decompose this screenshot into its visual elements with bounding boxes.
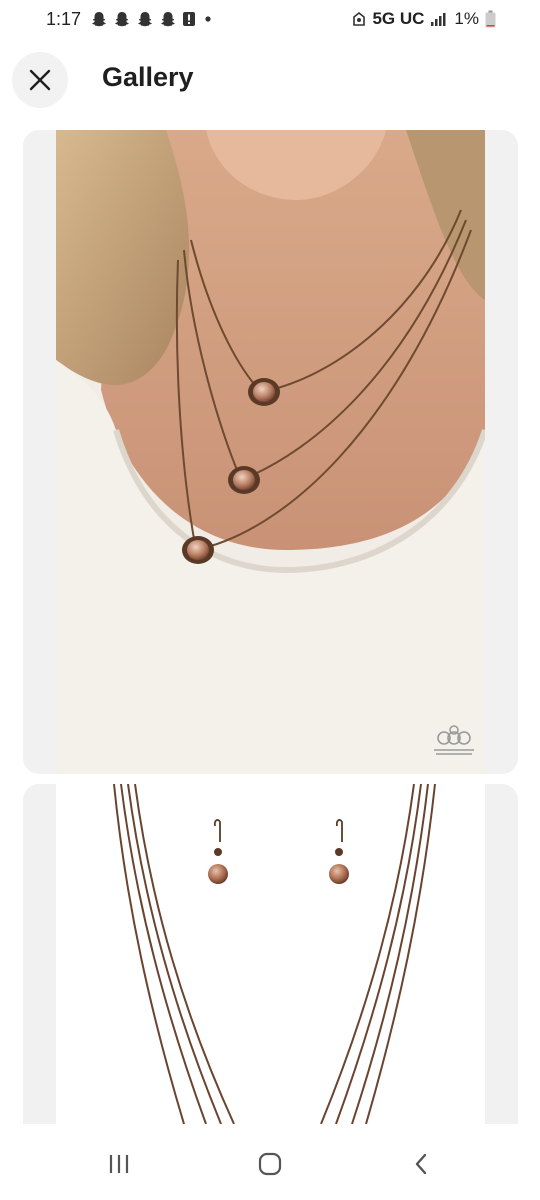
- home-button[interactable]: [245, 1144, 295, 1184]
- notification-icons: [90, 10, 215, 28]
- signal-bars-icon: [431, 13, 446, 26]
- dot-icon: [205, 16, 211, 22]
- alert-icon: [183, 12, 195, 26]
- gallery-image-card[interactable]: [23, 784, 518, 1124]
- system-nav-bar: [0, 1124, 540, 1200]
- signal-assist-icon: [353, 11, 366, 26]
- home-icon: [258, 1152, 282, 1176]
- snapchat-icon: [115, 12, 129, 27]
- battery-icon: [485, 10, 496, 28]
- app-header: Gallery: [0, 40, 540, 120]
- status-bar: 1:17 5G UC 1%: [0, 0, 540, 40]
- status-time: 1:17: [46, 9, 82, 29]
- necklace-earrings-photo: [56, 784, 485, 1124]
- page-title: Gallery: [102, 62, 194, 92]
- battery-label: 1%: [454, 9, 479, 28]
- network-label: 5G UC: [372, 9, 425, 28]
- snapchat-icon: [138, 12, 152, 27]
- recent-apps-icon: [109, 1155, 129, 1173]
- back-button[interactable]: [396, 1144, 446, 1184]
- gallery-image-card[interactable]: [23, 130, 518, 774]
- status-right: 5G UC 1%: [352, 9, 496, 29]
- snapchat-icon: [161, 12, 175, 27]
- close-icon: [29, 69, 51, 91]
- snapchat-icon: [92, 12, 106, 27]
- back-icon: [415, 1153, 427, 1175]
- recent-apps-button[interactable]: [94, 1144, 144, 1184]
- necklace-model-photo: [56, 130, 485, 774]
- close-button[interactable]: [12, 52, 68, 108]
